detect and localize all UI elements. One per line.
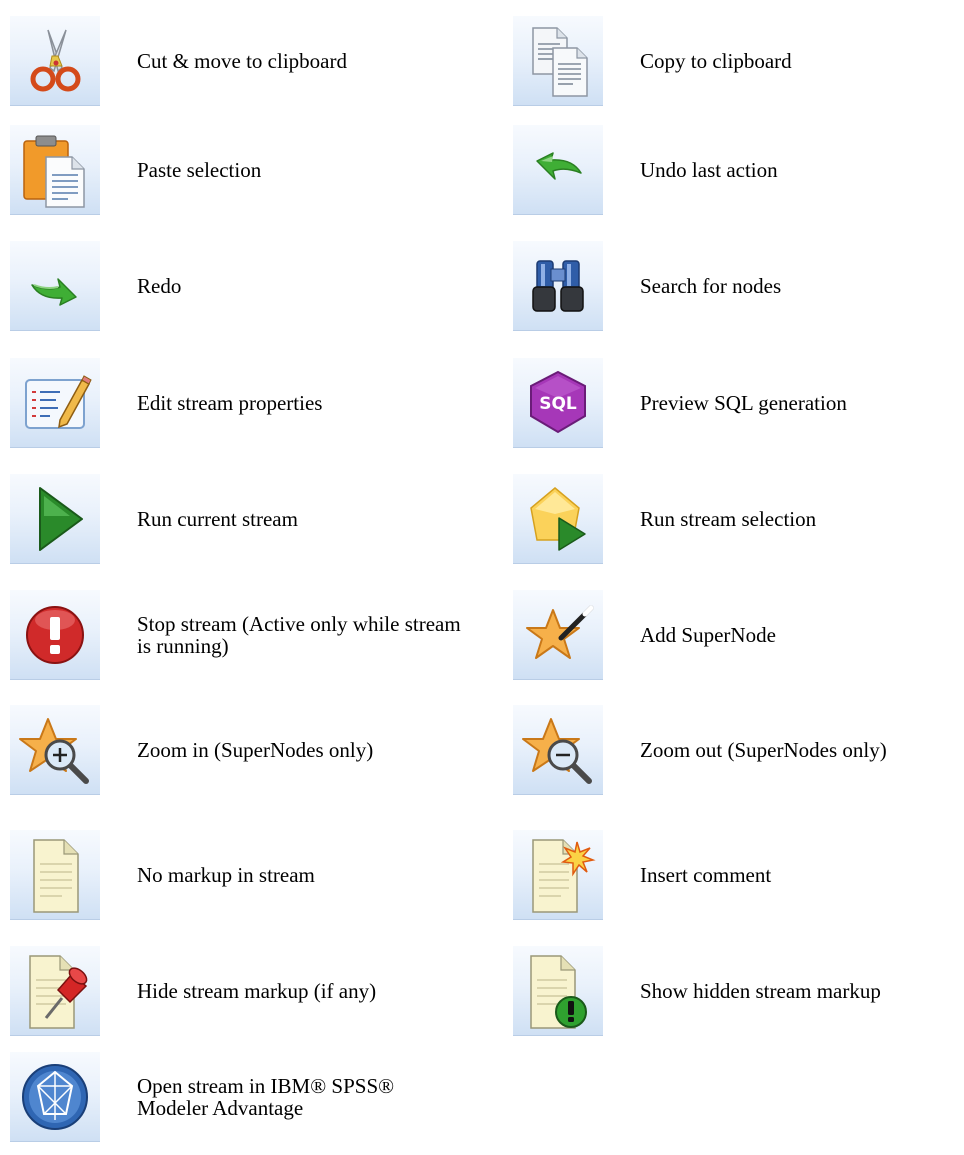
- redo-label: Redo: [137, 274, 182, 298]
- cut-icon: [30, 29, 81, 92]
- run-selection-button[interactable]: [513, 474, 603, 564]
- add-supernode-label: Add SuperNode: [640, 623, 776, 647]
- copy-icon: [532, 27, 588, 97]
- modeler-advantage-button[interactable]: [10, 1052, 100, 1142]
- legend-entry-undo: Undo last action: [513, 125, 964, 215]
- redo-button[interactable]: [10, 241, 100, 331]
- stop-label: Stop stream (Active only while stream is…: [137, 612, 461, 658]
- modeler-advantage-label: Open stream in IBM® SPSS® Modeler Advant…: [137, 1074, 395, 1120]
- legend-entry-redo: Redo: [10, 241, 500, 331]
- show-markup-button[interactable]: [513, 946, 603, 1036]
- edit-properties-label: Edit stream properties: [137, 391, 323, 415]
- undo-label: Undo last action: [640, 158, 778, 182]
- no-markup-icon: [33, 839, 79, 913]
- preview-sql-button[interactable]: SQL: [513, 358, 603, 448]
- cut-label: Cut & move to clipboard: [137, 49, 347, 73]
- legend-entry-run-selection: Run stream selection: [513, 474, 964, 564]
- legend-entry-paste: Paste selection: [10, 125, 500, 215]
- hide-markup-icon: [29, 955, 88, 1029]
- legend-entry-sql: SQL Preview SQL generation: [513, 358, 964, 448]
- zoom-in-label: Zoom in (SuperNodes only): [137, 738, 374, 762]
- paste-icon: [23, 135, 85, 208]
- show-markup-icon: [530, 955, 587, 1029]
- run-icon: [39, 487, 83, 551]
- copy-button[interactable]: [513, 16, 603, 106]
- run-label: Run current stream: [137, 507, 298, 531]
- legend-entry-hide-markup: Hide stream markup (if any): [10, 946, 500, 1036]
- sql-icon-text: SQL: [539, 394, 577, 414]
- preview-sql-label: Preview SQL generation: [640, 391, 847, 415]
- run-selection-label: Run stream selection: [640, 507, 817, 531]
- legend-entry-stop: Stop stream (Active only while stream is…: [10, 590, 500, 680]
- legend-entry-zoom-in: Zoom in (SuperNodes only): [10, 705, 500, 795]
- search-button[interactable]: [513, 241, 603, 331]
- no-markup-button[interactable]: [10, 830, 100, 920]
- redo-icon: [31, 278, 77, 306]
- stop-button[interactable]: [10, 590, 100, 680]
- legend-entry-run: Run current stream: [10, 474, 500, 564]
- edit-properties-button[interactable]: [10, 358, 100, 448]
- no-markup-label: No markup in stream: [137, 863, 315, 887]
- sql-icon: SQL: [530, 370, 586, 434]
- legend-entry-zoom-out: Zoom out (SuperNodes only): [513, 705, 964, 795]
- legend-entry-insert-comment: Insert comment: [513, 830, 964, 920]
- zoom-in-icon: [19, 718, 89, 784]
- insert-comment-label: Insert comment: [640, 863, 772, 887]
- legend-entry-modeler-advantage: Open stream in IBM® SPSS® Modeler Advant…: [10, 1052, 500, 1142]
- stop-icon: [26, 606, 84, 664]
- zoom-in-button[interactable]: [10, 705, 100, 795]
- cut-button[interactable]: [10, 16, 100, 106]
- undo-button[interactable]: [513, 125, 603, 215]
- legend-entry-search: Search for nodes: [513, 241, 964, 331]
- legend-entry-add-supernode: Add SuperNode: [513, 590, 964, 680]
- hide-markup-button[interactable]: [10, 946, 100, 1036]
- legend-entry-no-markup: No markup in stream: [10, 830, 500, 920]
- binoculars-icon: [532, 260, 584, 312]
- edit-properties-icon: [25, 375, 92, 429]
- insert-comment-button[interactable]: [513, 830, 603, 920]
- search-label: Search for nodes: [640, 274, 782, 298]
- add-supernode-icon: [526, 605, 594, 659]
- legend-entry-edit-properties: Edit stream properties: [10, 358, 500, 448]
- paste-button[interactable]: [10, 125, 100, 215]
- zoom-out-button[interactable]: [513, 705, 603, 795]
- legend-entry-show-markup: Show hidden stream markup: [513, 946, 964, 1036]
- run-selection-icon: [530, 487, 586, 551]
- insert-comment-icon: [532, 839, 596, 913]
- run-button[interactable]: [10, 474, 100, 564]
- legend-entry-copy: Copy to clipboard: [513, 16, 964, 106]
- zoom-out-icon: [522, 718, 592, 784]
- show-markup-label: Show hidden stream markup: [640, 979, 881, 1003]
- hide-markup-label: Hide stream markup (if any): [137, 979, 377, 1003]
- undo-icon: [536, 152, 582, 180]
- add-supernode-button[interactable]: [513, 590, 603, 680]
- paste-label: Paste selection: [137, 158, 262, 182]
- modeler-advantage-icon: [22, 1064, 88, 1130]
- copy-label: Copy to clipboard: [640, 49, 792, 73]
- zoom-out-label: Zoom out (SuperNodes only): [640, 738, 887, 762]
- legend-entry-cut: Cut & move to clipboard: [10, 16, 500, 106]
